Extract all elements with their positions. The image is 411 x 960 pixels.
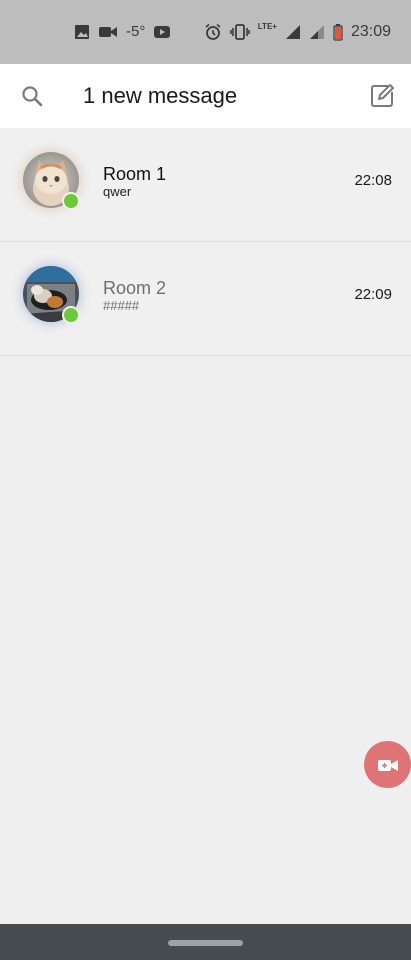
- online-indicator: [62, 306, 80, 324]
- status-bar-left: -5°: [74, 23, 171, 41]
- avatar: [23, 266, 80, 324]
- battery-low-icon: [333, 23, 343, 41]
- app-header: 1 new message: [0, 64, 411, 128]
- room-list-item[interactable]: Room 1 qwer 22:08: [0, 128, 411, 242]
- temperature-text: -5°: [126, 23, 146, 40]
- search-button[interactable]: [18, 82, 46, 110]
- room-time: 22:09: [354, 286, 392, 303]
- room-name: Room 2: [103, 278, 167, 298]
- video-call-button[interactable]: [364, 741, 411, 788]
- clock: 23:09: [350, 23, 391, 40]
- room-list: Room 1 qwer 22:08 Room 2 ##### 22:09: [0, 128, 411, 356]
- compose-button[interactable]: [367, 81, 397, 111]
- signal-icon: [285, 23, 301, 41]
- status-bar-right: LTE+ 23:09: [204, 22, 391, 41]
- room-name: Room 1: [103, 164, 167, 184]
- room-list-item[interactable]: Room 2 ##### 22:09: [0, 242, 411, 356]
- video-camera-icon: [98, 23, 118, 41]
- room-last-message: #####: [103, 298, 140, 313]
- room-time: 22:08: [354, 172, 392, 189]
- image-icon: [74, 23, 90, 41]
- system-nav-bar: [0, 924, 411, 960]
- avatar: [23, 152, 80, 210]
- signal-2-icon: [309, 23, 325, 41]
- search-icon: [22, 86, 43, 107]
- page-title: 1 new message: [83, 83, 238, 108]
- alarm-icon: [204, 23, 222, 41]
- video-call-icon: [377, 759, 398, 771]
- vibrate-icon: [229, 23, 250, 41]
- youtube-icon: [153, 23, 171, 41]
- status-bar: -5° LTE+ 23:09: [0, 0, 411, 64]
- lte-label: LTE+: [257, 22, 277, 31]
- compose-icon: [371, 84, 394, 107]
- room-last-message: qwer: [103, 184, 132, 199]
- online-indicator: [62, 192, 80, 210]
- home-gesture-handle[interactable]: [168, 940, 243, 946]
